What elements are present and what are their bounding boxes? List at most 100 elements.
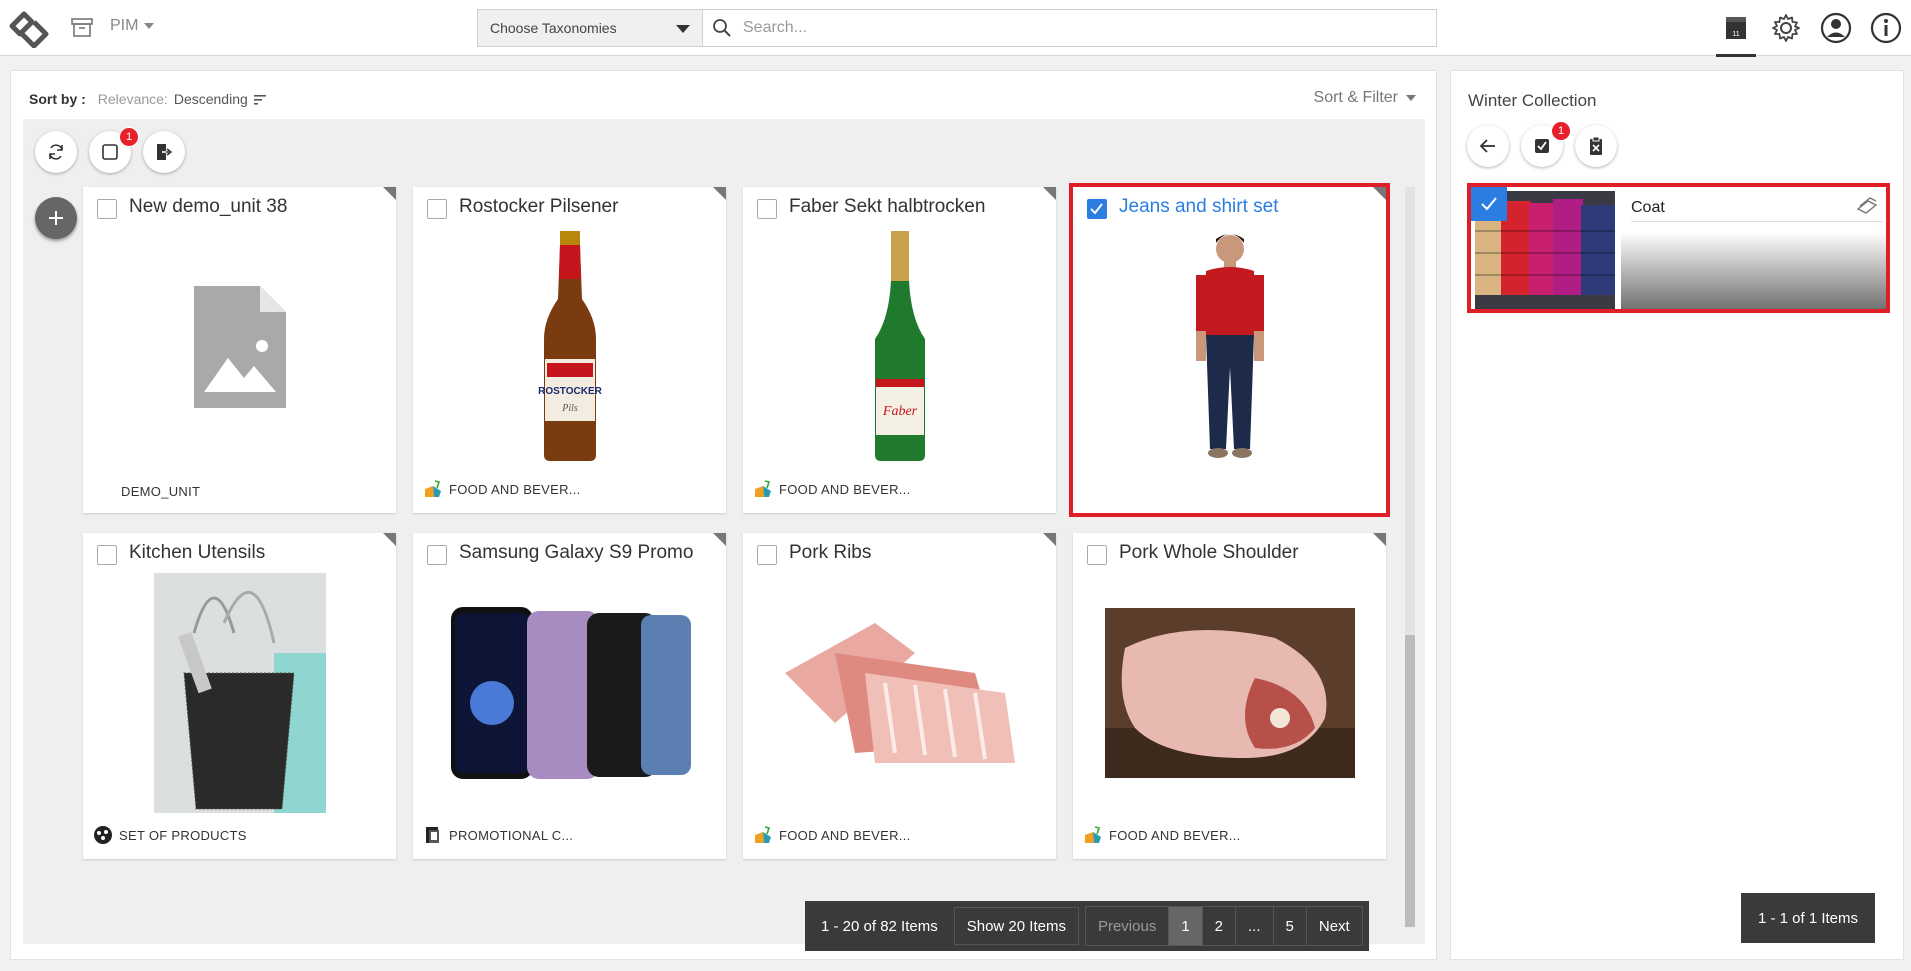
card-checkbox[interactable] <box>97 199 117 219</box>
layers-icon <box>1856 197 1878 214</box>
product-image <box>83 573 396 813</box>
product-card[interactable]: New demo_unit 38 DEMO_UNIT <box>83 187 396 513</box>
card-checkbox[interactable] <box>757 545 777 565</box>
page-size-button[interactable]: Show 20 Items <box>953 907 1079 945</box>
sort-field[interactable]: Relevance: <box>98 91 168 107</box>
clipboard-remove-icon <box>1590 136 1602 155</box>
product-card[interactable]: Pork Ribs FOOD AND BEVER... <box>743 533 1056 859</box>
card-category-label: FOOD AND BEVER... <box>779 481 911 497</box>
user-account-icon[interactable] <box>1811 0 1861 56</box>
settings-icon[interactable] <box>1761 0 1811 56</box>
food-category-icon <box>755 826 771 843</box>
export-icon <box>157 144 173 160</box>
svg-text:11: 11 <box>1732 31 1739 38</box>
card-category: DEMO_UNIT <box>121 484 200 499</box>
card-checkbox[interactable] <box>97 545 117 565</box>
search-box <box>703 9 1437 47</box>
collection-item-name: Coat <box>1631 199 1665 216</box>
chevron-down-icon <box>1406 95 1416 101</box>
checkmark-icon <box>1090 203 1103 215</box>
card-category: FOOD AND BEVER... <box>423 479 581 499</box>
page-button[interactable]: 2 <box>1203 907 1236 945</box>
export-button[interactable] <box>143 131 185 173</box>
taxonomy-select[interactable]: Choose Taxonomies <box>477 9 703 47</box>
select-all-button[interactable]: 1 <box>1521 121 1571 167</box>
sort-direction-icon[interactable] <box>253 93 268 105</box>
remove-from-collection-button[interactable] <box>1575 125 1617 167</box>
divider <box>1631 221 1883 222</box>
card-category: FOOD AND BEVER... <box>753 825 911 845</box>
select-mode-button[interactable]: 1 <box>89 127 139 173</box>
app-logo[interactable] <box>4 8 54 49</box>
card-category-label: DEMO_UNIT <box>121 484 201 499</box>
card-corner-marker <box>383 533 396 546</box>
card-title: Jeans and shirt set <box>1119 196 1279 217</box>
card-checkbox[interactable] <box>427 199 447 219</box>
search-input[interactable] <box>743 19 1423 37</box>
card-checkbox[interactable] <box>757 199 777 219</box>
page-button[interactable]: 5 <box>1274 907 1307 945</box>
card-category: PROMOTIONAL C... <box>423 825 573 845</box>
card-checkbox[interactable] <box>1087 199 1107 219</box>
collection-selection-badge: 1 <box>1551 121 1571 141</box>
refresh-button[interactable] <box>35 131 77 173</box>
collection-item[interactable]: Coat <box>1467 183 1890 313</box>
product-card[interactable]: Jeans and shirt set <box>1069 183 1390 517</box>
card-corner-marker <box>383 187 396 200</box>
taxonomy-select-label: Choose Taxonomies <box>490 20 617 36</box>
sort-direction[interactable]: Descending <box>174 91 248 107</box>
card-corner-marker <box>713 533 726 546</box>
info-icon[interactable] <box>1861 0 1911 56</box>
product-image <box>1073 573 1386 813</box>
card-title: Faber Sekt halbtrocken <box>789 196 986 217</box>
product-image <box>413 573 726 813</box>
page-buttons: Previous 1 2 ... 5 Next <box>1084 906 1363 946</box>
product-card[interactable]: Pork Whole Shoulder FOOD AND BEVER... <box>1073 533 1386 859</box>
grid-scrollbar[interactable] <box>1405 187 1415 927</box>
card-corner-marker <box>1373 533 1386 546</box>
sort-label: Sort by : <box>29 91 86 107</box>
collection-panel: Winter Collection 1 Coat 1 - 1 of 1 Item… <box>1450 70 1904 960</box>
pagination-info: 1 - 20 of 82 Items <box>821 917 938 935</box>
module-switcher[interactable]: PIM <box>110 17 155 35</box>
card-category: FOOD AND BEVER... <box>753 479 911 499</box>
checkmark-icon <box>1481 197 1497 211</box>
product-card[interactable]: Samsung Galaxy S9 Promo PROMOTIONAL C... <box>413 533 726 859</box>
previous-page-button[interactable]: Previous <box>1086 907 1170 945</box>
card-title: Rostocker Pilsener <box>459 196 619 217</box>
product-grid-area: 1 New demo_unit 38 DEMO_UNIT Rostocker P… <box>23 119 1425 951</box>
collections-icon[interactable]: 11 <box>1711 0 1761 57</box>
collection-count: 1 - 1 of 1 Items <box>1741 893 1875 943</box>
next-page-button[interactable]: Next <box>1307 907 1362 945</box>
collection-title: Winter Collection <box>1468 91 1597 110</box>
card-title: Samsung Galaxy S9 Promo <box>459 542 694 563</box>
top-icons: 11 <box>1711 0 1911 57</box>
collection-item-shade <box>1621 223 1886 309</box>
card-title: Pork Whole Shoulder <box>1119 542 1299 563</box>
card-checkbox[interactable] <box>427 545 447 565</box>
scrollbar-thumb[interactable] <box>1405 635 1415 927</box>
back-button[interactable] <box>1467 125 1509 167</box>
svg-text:Pils: Pils <box>561 403 578 414</box>
product-card[interactable]: Kitchen Utensils SET OF PRODUCTS <box>83 533 396 859</box>
card-title: Kitchen Utensils <box>129 542 266 563</box>
placeholder-image-icon <box>83 227 396 467</box>
card-title: New demo_unit 38 <box>129 196 288 217</box>
svg-text:Faber: Faber <box>881 404 917 419</box>
checked-box-icon <box>1535 139 1549 153</box>
product-image <box>1073 227 1386 467</box>
sort-filter-toggle[interactable]: Sort & Filter <box>1314 89 1416 107</box>
search-icon <box>713 19 731 37</box>
add-product-button[interactable] <box>35 197 77 239</box>
checkbox-icon <box>102 144 118 160</box>
refresh-icon <box>49 144 63 160</box>
page-button[interactable]: 1 <box>1169 907 1203 945</box>
product-image: ROSTOCKER Pils <box>413 227 726 467</box>
chevron-down-icon <box>144 23 155 29</box>
collection-item-checkbox[interactable] <box>1471 187 1507 221</box>
archive-icon[interactable] <box>70 16 94 38</box>
product-card[interactable]: Faber Sekt halbtrocken Faber FOOD AND BE… <box>743 187 1056 513</box>
product-card[interactable]: Rostocker Pilsener ROSTOCKER Pils FOOD A… <box>413 187 726 513</box>
card-category-label: FOOD AND BEVER... <box>1109 827 1241 843</box>
card-checkbox[interactable] <box>1087 545 1107 565</box>
